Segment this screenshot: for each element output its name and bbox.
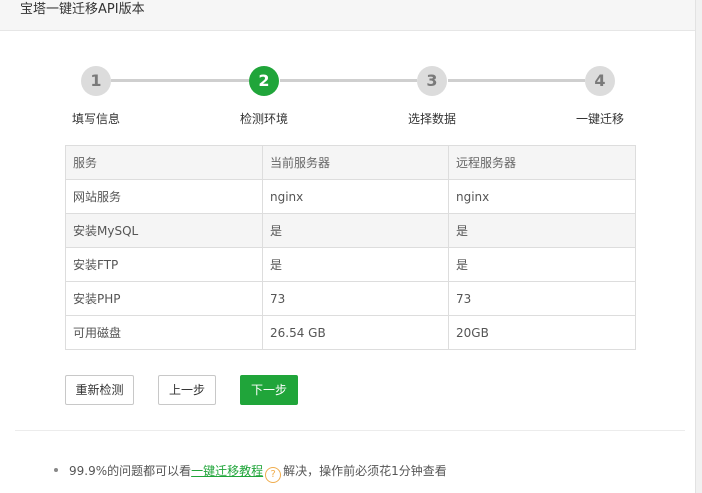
step-connector-2-3 (280, 79, 417, 82)
table-cell: 是 (448, 247, 636, 282)
step-4-label: 一键迁移 (576, 112, 625, 126)
table-cell: 73 (262, 281, 449, 316)
question-icon[interactable]: ? (265, 467, 282, 483)
section-divider (15, 430, 685, 431)
column-header-remote-server: 远程服务器 (448, 145, 636, 180)
table-cell: nginx (262, 179, 449, 214)
table-cell: 是 (448, 213, 636, 248)
migration-tutorial-link[interactable]: 一键迁移教程 (191, 464, 263, 478)
table-cell: 73 (448, 281, 636, 316)
next-step-button[interactable]: 下一步 (240, 375, 298, 405)
table-row: 安装PHP 73 73 (65, 281, 636, 316)
table-cell: 是 (262, 213, 449, 248)
step-progress: 1 2 3 4 填写信息 检测环境 选择数据 一键迁移 (0, 0, 702, 130)
table-cell: nginx (448, 179, 636, 214)
step-2-label: 检测环境 (240, 112, 289, 126)
step-3-label: 选择数据 (408, 112, 457, 126)
step-connector-3-4 (448, 79, 585, 82)
step-3-circle: 3 (417, 66, 447, 96)
table-cell: 安装MySQL (65, 213, 263, 248)
column-header-service: 服务 (65, 145, 263, 180)
column-header-current-server: 当前服务器 (262, 145, 449, 180)
table-cell: 安装PHP (65, 281, 263, 316)
tip-prefix: 99.9%的问题都可以看 (69, 464, 192, 478)
table-cell: 20GB (448, 315, 636, 350)
step-1-circle: 1 (81, 66, 111, 96)
recheck-button[interactable]: 重新检测 (65, 375, 134, 405)
table-cell: 安装FTP (65, 247, 263, 282)
environment-check-table: 服务 当前服务器 远程服务器 网站服务 nginx nginx 安装MySQL … (65, 145, 636, 350)
table-header-row: 服务 当前服务器 远程服务器 (65, 145, 636, 180)
previous-step-button[interactable]: 上一步 (158, 375, 216, 405)
table-row: 网站服务 nginx nginx (65, 179, 636, 214)
table-cell: 网站服务 (65, 179, 263, 214)
table-cell: 可用磁盘 (65, 315, 263, 350)
step-2-circle: 2 (249, 66, 279, 96)
table-cell: 是 (262, 247, 449, 282)
table-cell: 26.54 GB (262, 315, 449, 350)
step-connector-1-2 (111, 79, 249, 82)
tip-line: 99.9%的问题都可以看一键迁移教程? 解决，操作前必须花1分钟查看 (69, 462, 447, 483)
table-row: 可用磁盘 26.54 GB 20GB (65, 315, 636, 350)
step-1-label: 填写信息 (72, 112, 121, 126)
step-4-circle: 4 (585, 66, 615, 96)
table-row: 安装MySQL 是 是 (65, 213, 636, 248)
tip-suffix: 解决，操作前必须花1分钟查看 (283, 464, 447, 478)
bullet-point (54, 468, 58, 472)
table-row: 安装FTP 是 是 (65, 247, 636, 282)
